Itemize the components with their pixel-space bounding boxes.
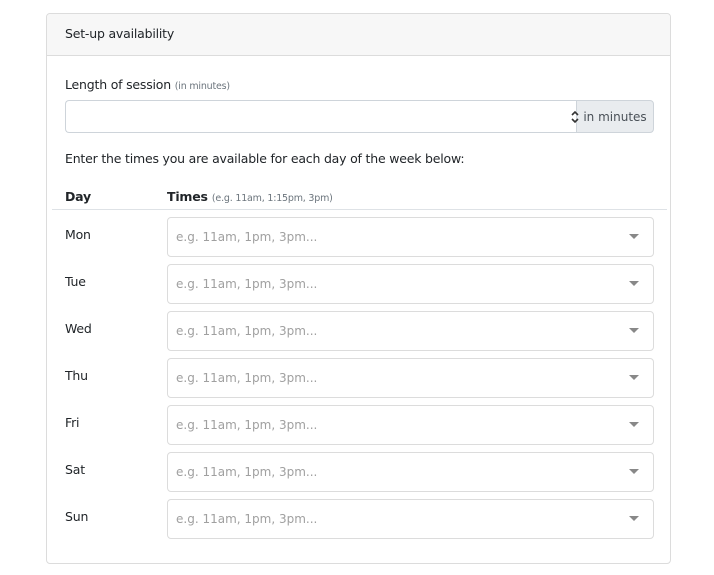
times-select-sun[interactable]: e.g. 11am, 1pm, 3pm... bbox=[167, 499, 654, 539]
day-label-wed: Wed bbox=[65, 321, 92, 336]
times-placeholder: e.g. 11am, 1pm, 3pm... bbox=[176, 277, 318, 291]
times-placeholder: e.g. 11am, 1pm, 3pm... bbox=[176, 512, 318, 526]
instruction-text: Enter the times you are available for ea… bbox=[65, 151, 465, 166]
times-placeholder: e.g. 11am, 1pm, 3pm... bbox=[176, 230, 318, 244]
day-label-thu: Thu bbox=[65, 368, 88, 383]
session-length-label: Length of session (in minutes) bbox=[65, 77, 230, 92]
times-hint: (e.g. 11am, 1:15pm, 3pm) bbox=[211, 193, 333, 204]
chevron-down-icon[interactable] bbox=[629, 234, 639, 239]
day-label-tue: Tue bbox=[65, 274, 86, 289]
day-label-mon: Mon bbox=[65, 227, 91, 242]
day-column-header: Day bbox=[65, 189, 91, 204]
header-divider bbox=[52, 209, 667, 210]
times-placeholder: e.g. 11am, 1pm, 3pm... bbox=[176, 371, 318, 385]
chevron-down-icon[interactable] bbox=[629, 375, 639, 380]
chevron-down-icon[interactable] bbox=[629, 469, 639, 474]
availability-card: Set-up availability Length of session (i… bbox=[46, 13, 671, 564]
times-column-header: Times (e.g. 11am, 1:15pm, 3pm) bbox=[167, 189, 333, 204]
card-title: Set-up availability bbox=[65, 26, 175, 41]
chevron-down-icon[interactable] bbox=[629, 328, 639, 333]
session-length-group: in minutes bbox=[65, 100, 654, 133]
times-select-tue[interactable]: e.g. 11am, 1pm, 3pm... bbox=[167, 264, 654, 304]
times-select-thu[interactable]: e.g. 11am, 1pm, 3pm... bbox=[167, 358, 654, 398]
chevron-down-icon[interactable] bbox=[629, 281, 639, 286]
times-select-fri[interactable]: e.g. 11am, 1pm, 3pm... bbox=[167, 405, 654, 445]
times-select-mon[interactable]: e.g. 11am, 1pm, 3pm... bbox=[167, 217, 654, 257]
session-length-hint: (in minutes) bbox=[174, 81, 230, 92]
times-select-sat[interactable]: e.g. 11am, 1pm, 3pm... bbox=[167, 452, 654, 492]
times-placeholder: e.g. 11am, 1pm, 3pm... bbox=[176, 465, 318, 479]
times-placeholder: e.g. 11am, 1pm, 3pm... bbox=[176, 324, 318, 338]
times-placeholder: e.g. 11am, 1pm, 3pm... bbox=[176, 418, 318, 432]
times-select-wed[interactable]: e.g. 11am, 1pm, 3pm... bbox=[167, 311, 654, 351]
session-length-input[interactable] bbox=[65, 100, 576, 133]
chevron-down-icon[interactable] bbox=[629, 516, 639, 521]
session-length-addon: in minutes bbox=[576, 100, 654, 133]
card-header: Set-up availability bbox=[47, 14, 670, 56]
day-label-sat: Sat bbox=[65, 462, 85, 477]
number-spinner-icon[interactable] bbox=[569, 109, 581, 125]
day-label-fri: Fri bbox=[65, 415, 80, 430]
chevron-down-icon[interactable] bbox=[629, 422, 639, 427]
day-label-sun: Sun bbox=[65, 509, 89, 524]
